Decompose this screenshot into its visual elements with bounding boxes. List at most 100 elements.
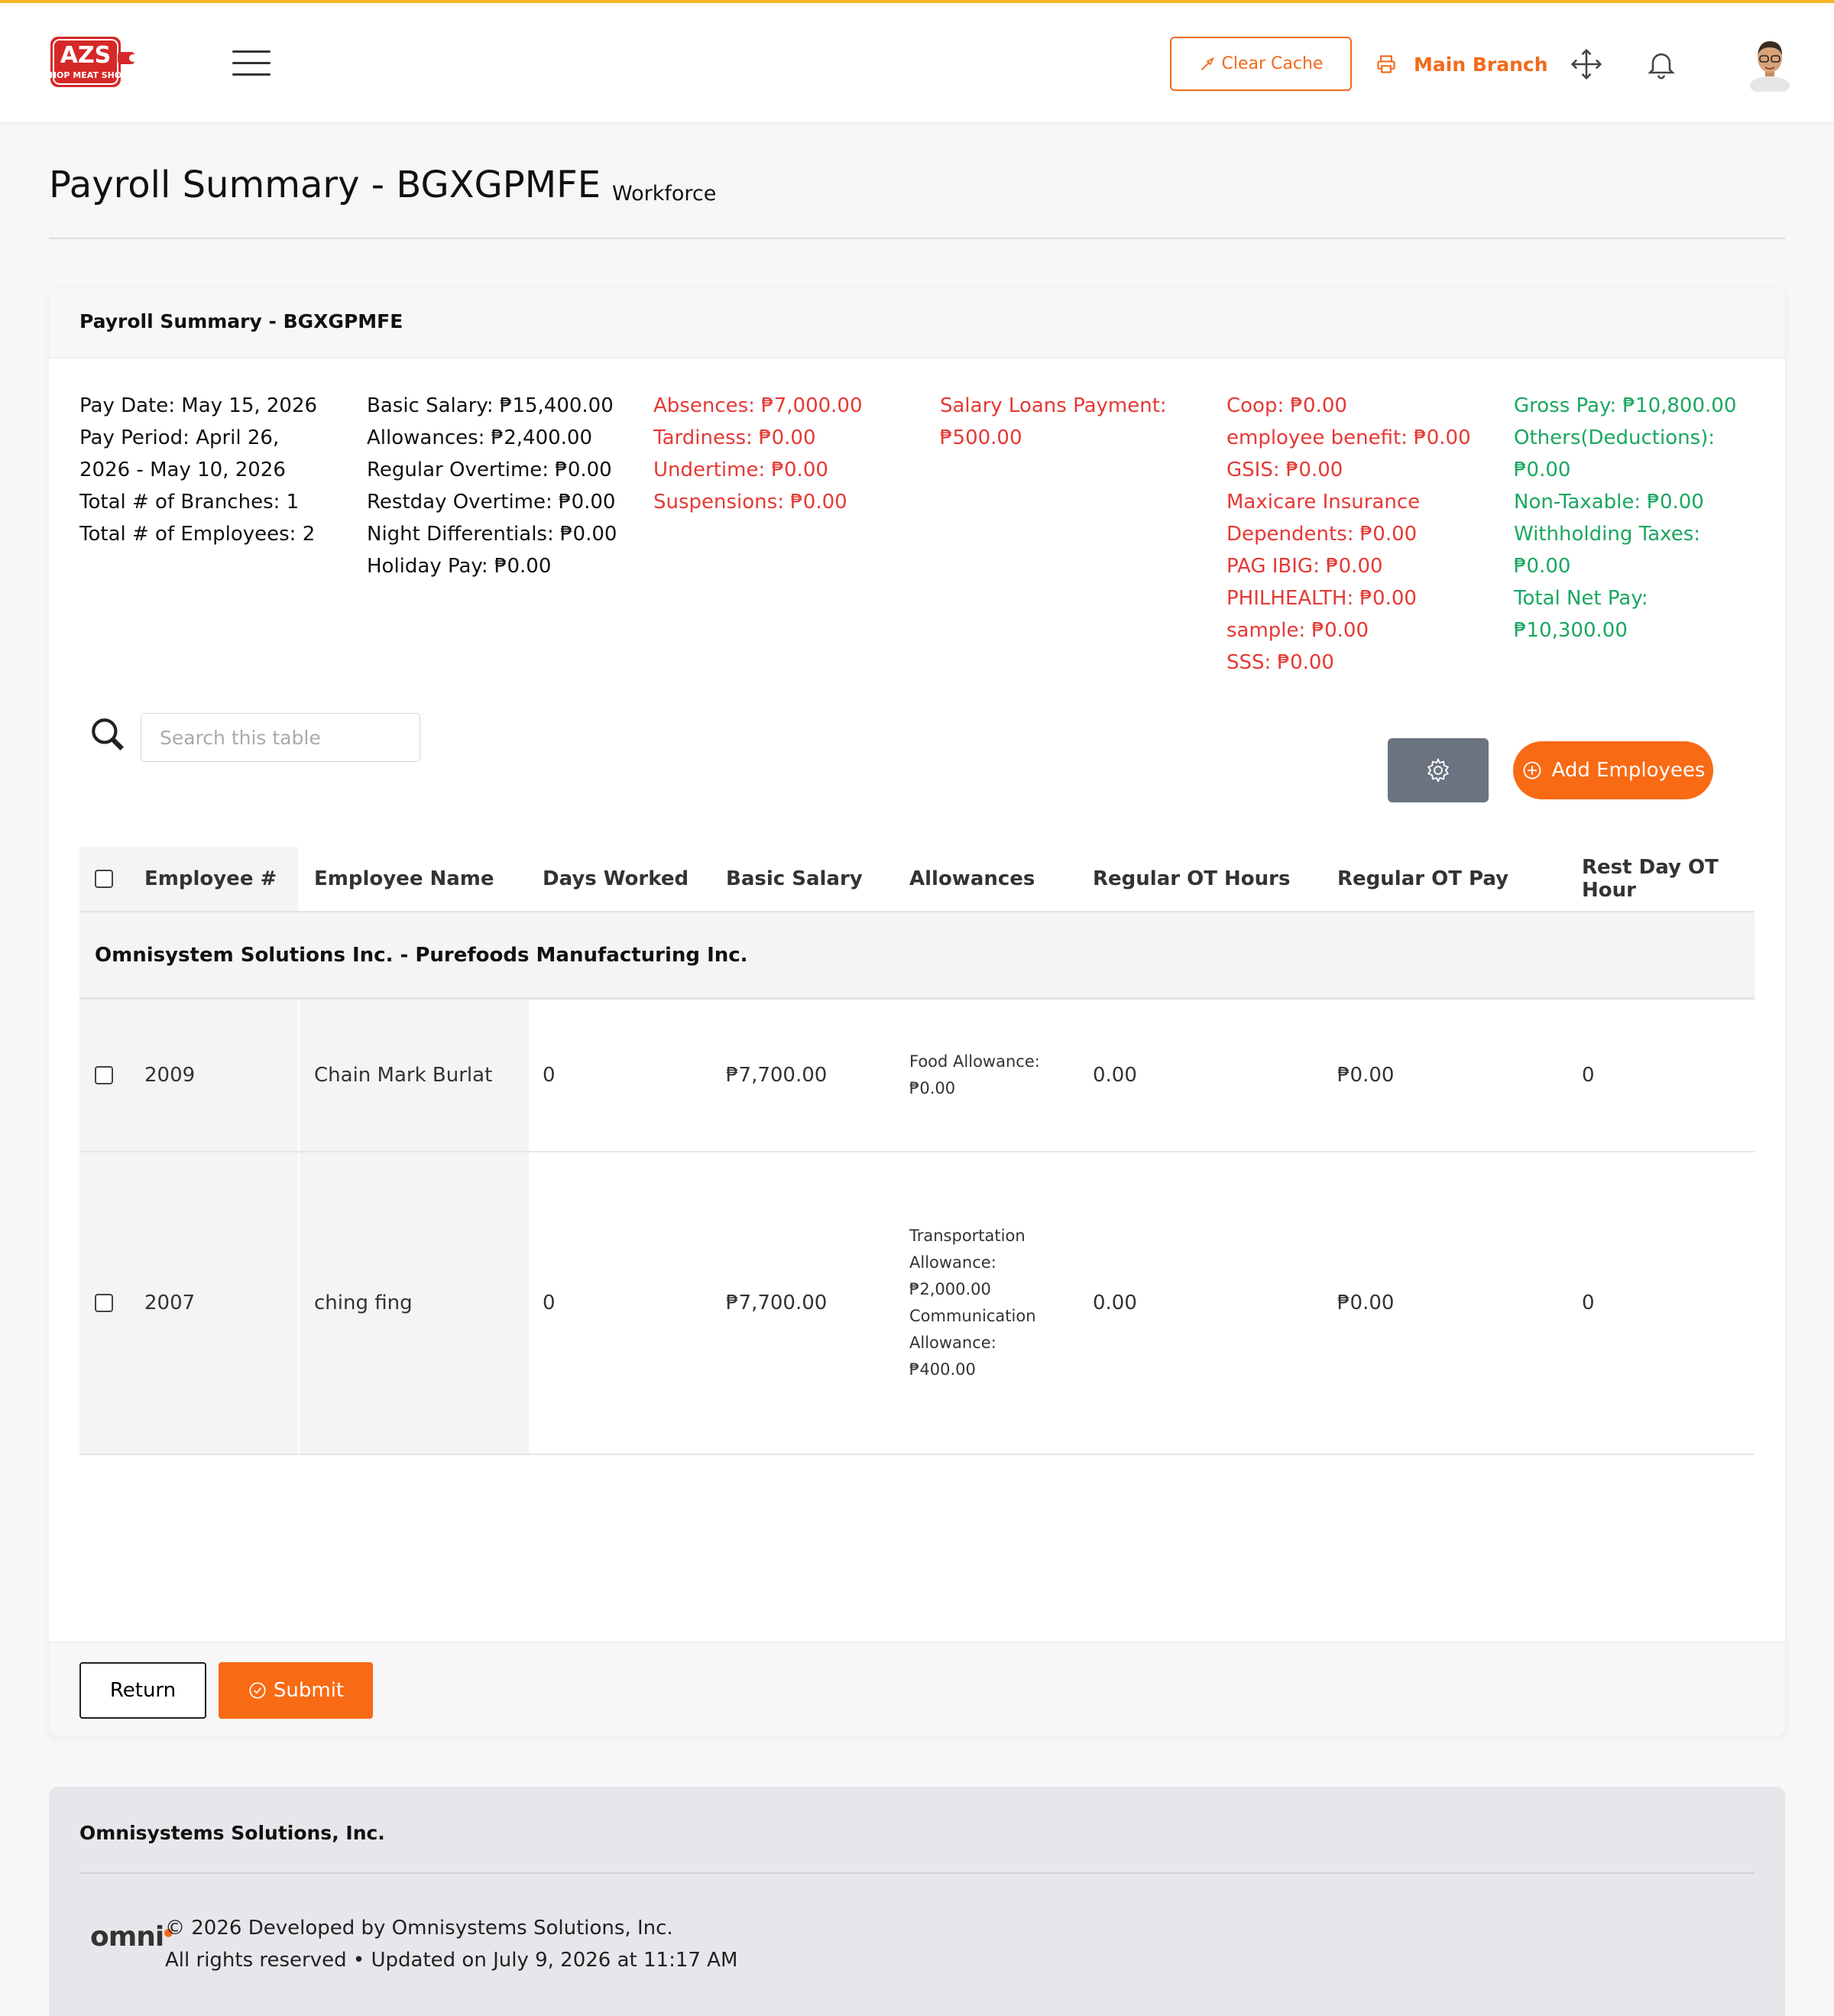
line-item: Food Allowance: <box>909 1052 1040 1071</box>
line-item: Total Net Pay: <box>1514 587 1648 610</box>
brush-icon <box>1201 57 1214 70</box>
check-circle-icon <box>249 1682 266 1699</box>
col-header-basic-salary[interactable]: Basic Salary <box>726 847 863 911</box>
cell-regular-ot-pay: ₱0.00 <box>1337 1064 1395 1087</box>
line-item: employee benefit: ₱0.00 <box>1226 426 1471 449</box>
logo-subtext: CHOP MEAT SHOP <box>49 70 128 80</box>
clear-cache-label: Clear Cache <box>1221 54 1324 73</box>
line-item: Holiday Pay: ₱0.00 <box>367 555 552 578</box>
line-item: Basic Salary: ₱15,400.00 <box>367 394 614 417</box>
page-footer: Omnisystems Solutions, Inc. omni● © 2026… <box>49 1787 1785 2016</box>
line-item: PAG IBIG: ₱0.00 <box>1226 555 1383 578</box>
line-item: Pay Date: May 15, 2026 <box>79 394 318 417</box>
table-header-row: Employee # Employee Name Days Worked Bas… <box>79 847 1755 911</box>
col-header-regular-ot-hours[interactable]: Regular OT Hours <box>1093 847 1290 911</box>
cell-allowances: Transportation Allowance: ₱2,000.00 Communi… <box>909 1223 1036 1383</box>
cell-employee-name: ching fing <box>314 1292 413 1314</box>
select-all-checkbox[interactable] <box>95 870 113 888</box>
logo-text: AZS <box>60 42 112 69</box>
brand-logo[interactable]: AZS CHOP MEAT SHOP <box>44 32 138 93</box>
line-item: Suspensions: ₱0.00 <box>653 491 847 514</box>
branch-label: Main Branch <box>1414 53 1548 76</box>
search-input[interactable] <box>141 713 420 762</box>
page-breadcrumb[interactable]: Workforce <box>612 182 716 206</box>
line-item: Salary Loans Payment: <box>940 394 1167 417</box>
search-icon <box>89 715 127 754</box>
group-label: Omnisystem Solutions Inc. - Purefoods Ma… <box>95 943 748 967</box>
omni-logo: omni● <box>90 1921 173 1953</box>
line-item: ₱10,300.00 <box>1514 619 1628 642</box>
page-title: Payroll Summary - BGXGPMFE <box>49 164 601 206</box>
line-item: Total # of Branches: 1 <box>79 491 300 514</box>
notification-bell-icon[interactable] <box>1644 47 1678 81</box>
line-item: Maxicare Insurance <box>1226 491 1421 514</box>
summary-col-loans: Salary Loans Payment: ₱500.00 <box>940 390 1167 454</box>
line-item: Withholding Taxes: <box>1514 523 1701 546</box>
printer-icon <box>1377 55 1395 73</box>
gear-icon <box>1427 757 1450 783</box>
line-item: Regular Overtime: ₱0.00 <box>367 459 612 481</box>
line-item: ₱0.00 <box>1514 555 1571 578</box>
line-item: Dependents: ₱0.00 <box>1226 523 1418 546</box>
line-item: 2026 - May 10, 2026 <box>79 459 286 481</box>
submit-label: Submit <box>273 1679 345 1702</box>
line-item: ₱2,000.00 <box>909 1280 991 1298</box>
cell-rest-day-ot-hour: 0 <box>1582 1064 1595 1087</box>
summary-col-earnings: Basic Salary: ₱15,400.00 Allowances: ₱2,4… <box>367 390 627 582</box>
cell-allowances: Food Allowance: ₱0.00 <box>909 1049 1040 1102</box>
summary-col-period: Pay Date: May 15, 2026 Pay Period: April … <box>79 390 332 550</box>
footer-company: Omnisystems Solutions, Inc. <box>79 1822 385 1844</box>
col-header-allowances[interactable]: Allowances <box>909 847 1035 911</box>
cell-days-worked: 0 <box>543 1064 556 1087</box>
line-item: ₱0.00 <box>1514 459 1571 481</box>
cell-days-worked: 0 <box>543 1292 556 1314</box>
cell-basic-salary: ₱7,700.00 <box>726 1064 828 1087</box>
col-header-employee-name[interactable]: Employee Name <box>314 847 494 911</box>
clear-cache-button[interactable]: Clear Cache <box>1170 37 1352 91</box>
line-item: Undertime: ₱0.00 <box>653 459 828 481</box>
line-item: Total # of Employees: 2 <box>79 523 316 546</box>
plus-circle-icon <box>1523 761 1541 779</box>
add-employees-button[interactable]: Add Employees <box>1513 741 1713 799</box>
col-header-employee-no[interactable]: Employee # <box>144 847 277 911</box>
payroll-summary-card: Payroll Summary - BGXGPMFE Pay Date: May… <box>49 287 1785 1736</box>
line-item: Allowances: ₱2,400.00 <box>367 426 593 449</box>
line-item: PHILHEALTH: ₱0.00 <box>1226 587 1417 610</box>
summary-col-contributions: Coop: ₱0.00 employee benefit: ₱0.00 GSIS: … <box>1226 390 1471 679</box>
fullscreen-icon[interactable] <box>1570 47 1603 81</box>
top-bar: AZS CHOP MEAT SHOP Clear Cache Main Bran… <box>0 0 1834 122</box>
line-item: Gross Pay: ₱10,800.00 <box>1514 394 1737 417</box>
table-settings-button[interactable] <box>1388 738 1489 802</box>
cell-regular-ot-pay: ₱0.00 <box>1337 1292 1395 1314</box>
footer-copyright: © 2026 Developed by Omnisystems Solution… <box>165 1912 737 1976</box>
row-checkbox[interactable] <box>95 1066 113 1084</box>
cell-regular-ot-hours: 0.00 <box>1093 1064 1137 1087</box>
branch-selector[interactable]: Main Branch <box>1376 49 1548 79</box>
line-item: Tardiness: ₱0.00 <box>653 426 816 449</box>
col-header-regular-ot-pay[interactable]: Regular OT Pay <box>1337 847 1508 911</box>
cell-basic-salary: ₱7,700.00 <box>726 1292 828 1314</box>
user-avatar[interactable] <box>1747 35 1793 95</box>
cell-employee-no: 2009 <box>144 1064 196 1087</box>
return-button[interactable]: Return <box>79 1662 206 1719</box>
row-checkbox[interactable] <box>95 1294 113 1312</box>
table-row[interactable]: 2009 Chain Mark Burlat 0 ₱7,700.00 Food … <box>79 1000 1755 1152</box>
line-item: Transportation <box>909 1227 1026 1245</box>
submit-button[interactable]: Submit <box>219 1662 373 1719</box>
col-header-rest-day-ot-hour[interactable]: Rest Day OT Hour <box>1582 847 1755 911</box>
cell-regular-ot-hours: 0.00 <box>1093 1292 1137 1314</box>
card-title: Payroll Summary - BGXGPMFE <box>49 287 1785 358</box>
line-item: ₱0.00 <box>909 1079 956 1097</box>
page-divider <box>49 238 1785 239</box>
col-header-days-worked[interactable]: Days Worked <box>543 847 689 911</box>
menu-toggle-icon[interactable] <box>232 50 271 76</box>
add-employees-label: Add Employees <box>1551 759 1706 782</box>
summary-col-attendance-deductions: Absences: ₱7,000.00 Tardiness: ₱0.00 Under… <box>653 390 863 518</box>
summary-col-totals: Gross Pay: ₱10,800.00 Others(Deductions):… <box>1514 390 1736 647</box>
cell-employee-no: 2007 <box>144 1292 196 1314</box>
cell-rest-day-ot-hour: 0 <box>1582 1292 1595 1314</box>
line-item: Allowance: <box>909 1253 996 1272</box>
table-group-row: Omnisystem Solutions Inc. - Purefoods Ma… <box>79 911 1755 1000</box>
table-row[interactable]: 2007 ching fing 0 ₱7,700.00 Transportati… <box>79 1152 1755 1455</box>
line-item: sample: ₱0.00 <box>1226 619 1369 642</box>
